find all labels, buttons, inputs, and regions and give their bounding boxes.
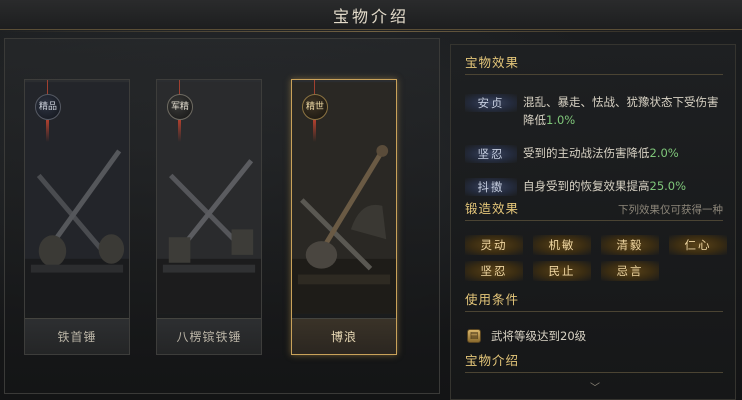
treasure-name-3: 博浪 — [292, 318, 396, 354]
effect-desc-2: 受到的主动战法伤害降低 — [523, 146, 650, 160]
tag-tassel — [313, 120, 316, 142]
forge-option-6[interactable]: 民止 — [533, 261, 591, 281]
quality-tag-1: 精品 — [35, 94, 61, 120]
conditions-title: 使用条件 — [465, 292, 520, 307]
level-scroll-icon: ▤ — [467, 329, 481, 343]
intro-title: 宝物介绍 — [465, 353, 520, 368]
forge-option-4[interactable]: 仁心 — [669, 235, 727, 255]
effect-desc-3: 自身受到的恢复效果提高 — [523, 179, 650, 193]
window-title: 宝物介绍 — [332, 6, 409, 26]
treasure-card-3-selected[interactable]: 精世 博浪 — [291, 79, 397, 355]
forge-note: 下列效果仅可获得一种 — [618, 204, 723, 216]
tag-tassel — [178, 120, 181, 142]
title-bar: 宝物介绍 — [0, 0, 742, 32]
effect-row-2: 坚忍 受到的主动战法伤害降低2.0% — [465, 144, 727, 163]
effect-badge-1: 安贞 — [465, 94, 517, 112]
treasure-detail-panel[interactable]: 宝物效果 安贞 混乱、暴走、怯战、犹豫状态下受伤害降低1.0% 坚忍 受到的主动… — [450, 44, 736, 400]
forge-title: 锻造效果 — [465, 201, 520, 216]
tag-tassel — [46, 120, 49, 142]
effect-text-2: 受到的主动战法伤害降低2.0% — [523, 144, 679, 162]
treasure-name-2: 八楞镔铁锤 — [157, 318, 261, 354]
effect-row-3: 抖擞 自身受到的恢复效果提高25.0% — [465, 177, 727, 196]
effect-badge-2: 坚忍 — [465, 145, 517, 163]
forge-option-7[interactable]: 忌言 — [601, 261, 659, 281]
effect-value-3: 25.0% — [649, 179, 687, 193]
treasure-card-1[interactable]: 精品 铁首锤 — [24, 79, 130, 355]
effect-text-3: 自身受到的恢复效果提高25.0% — [523, 177, 686, 195]
condition-row: ▤ 武将等级达到20级 — [467, 328, 586, 344]
section-header-forge: 锻造效果 下列效果仅可获得一种 — [465, 199, 723, 221]
forge-option-3[interactable]: 清毅 — [601, 235, 659, 255]
effect-badge-3: 抖擞 — [465, 178, 517, 196]
effect-value-2: 2.0% — [649, 146, 679, 160]
section-header-intro: 宝物介绍 — [465, 351, 723, 373]
effect-row-1: 安贞 混乱、暴走、怯战、犹豫状态下受伤害降低1.0% — [465, 93, 727, 129]
treasure-card-2[interactable]: 军精 八楞镔铁锤 — [156, 79, 262, 355]
quality-tag-2: 军精 — [167, 94, 193, 120]
forge-option-5[interactable]: 坚忍 — [465, 261, 523, 281]
effect-text-1: 混乱、暴走、怯战、犹豫状态下受伤害降低1.0% — [523, 93, 727, 129]
condition-text: 武将等级达到20级 — [491, 329, 587, 343]
section-header-effects: 宝物效果 — [465, 53, 723, 75]
section-header-conditions: 使用条件 — [465, 290, 723, 312]
effect-value-1: 1.0% — [546, 113, 576, 127]
effects-title: 宝物效果 — [465, 55, 520, 70]
treasure-name-1: 铁首锤 — [25, 318, 129, 354]
forge-option-1[interactable]: 灵动 — [465, 235, 523, 255]
forge-option-2[interactable]: 机敏 — [533, 235, 591, 255]
chevron-down-icon[interactable]: ﹀ — [586, 384, 604, 394]
quality-tag-3: 精世 — [302, 94, 328, 120]
